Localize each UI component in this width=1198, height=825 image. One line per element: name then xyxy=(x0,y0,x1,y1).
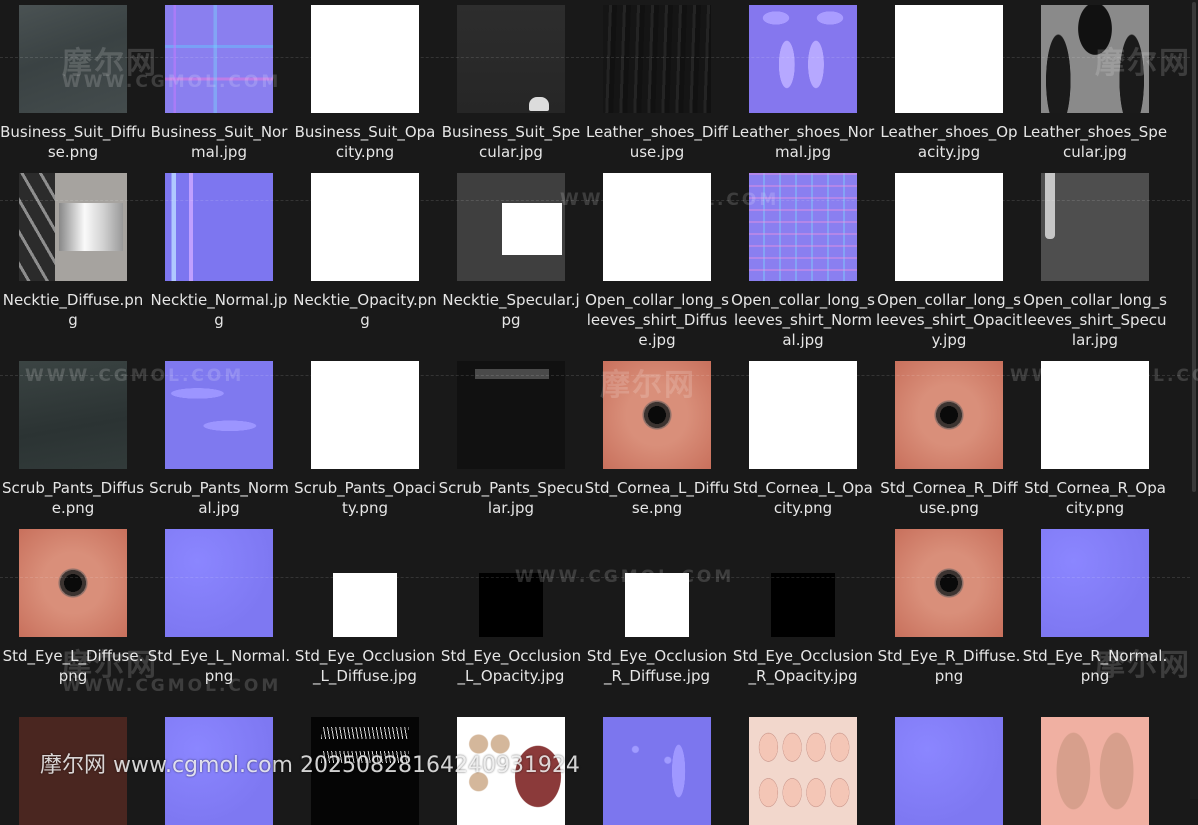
texture-thumbnail[interactable] xyxy=(457,361,565,469)
file-name: Necktie_Normal.jpg xyxy=(150,291,288,329)
texture-thumbnail[interactable] xyxy=(895,5,1003,113)
texture-thumbnail[interactable] xyxy=(311,361,419,469)
file-name: Std_Eye_L_Diffuse.png xyxy=(2,647,144,685)
file-name: Necktie_Diffuse.png xyxy=(2,291,144,329)
file-name: Std_Cornea_R_Diffuse.png xyxy=(880,479,1018,517)
texture-thumbnail[interactable] xyxy=(603,5,711,113)
texture-thumbnail[interactable] xyxy=(771,573,835,637)
texture-thumbnail[interactable] xyxy=(1041,717,1149,825)
texture-thumbnail[interactable] xyxy=(311,717,419,825)
file-name: Open_collar_long_sleeves_shirt_Opacity.j… xyxy=(876,291,1022,349)
file-item[interactable]: Std_Cornea_R_Opacity.png xyxy=(1022,0,1168,799)
texture-thumbnail[interactable] xyxy=(19,717,127,825)
file-grid: Business_Suit_Diffuse.png Business_Suit_N… xyxy=(0,0,1190,825)
file-name: Std_Cornea_L_Opacity.png xyxy=(733,479,873,517)
texture-thumbnail[interactable] xyxy=(1041,361,1149,469)
texture-thumbnail[interactable] xyxy=(333,573,397,637)
texture-thumbnail[interactable] xyxy=(311,173,419,281)
vertical-scrollbar[interactable] xyxy=(1190,0,1198,799)
texture-thumbnail[interactable] xyxy=(19,5,127,113)
texture-thumbnail[interactable] xyxy=(165,5,273,113)
file-name: Scrub_Pants_Diffuse.png xyxy=(1,479,145,517)
texture-thumbnail[interactable] xyxy=(895,361,1003,469)
file-name: Necktie_Specular.jpg xyxy=(442,291,580,329)
file-name: Scrub_Pants_Opacity.png xyxy=(294,479,436,517)
file-name: Leather_shoes_Specular.jpg xyxy=(1022,123,1168,161)
file-name: Business_Suit_Diffuse.png xyxy=(0,123,146,161)
texture-thumbnail[interactable] xyxy=(165,173,273,281)
file-name: Open_collar_long_sleeves_shirt_Specular.… xyxy=(1023,291,1167,349)
texture-thumbnail[interactable] xyxy=(19,361,127,469)
file-name: Std_Eye_Occlusion_R_Diffuse.jpg xyxy=(586,647,728,685)
file-name: Leather_shoes_Diffuse.jpg xyxy=(586,123,728,161)
file-name: Business_Suit_Opacity.png xyxy=(294,123,436,161)
file-name: Std_Eye_R_Diffuse.png xyxy=(877,647,1021,685)
file-name: Scrub_Pants_Specular.jpg xyxy=(438,479,584,517)
texture-thumbnail[interactable] xyxy=(165,717,273,825)
file-name: Scrub_Pants_Normal.jpg xyxy=(149,479,289,517)
texture-thumbnail[interactable] xyxy=(895,529,1003,637)
texture-thumbnail[interactable] xyxy=(457,5,565,113)
texture-thumbnail[interactable] xyxy=(165,529,273,637)
file-name: Std_Eye_Occlusion_L_Diffuse.jpg xyxy=(294,647,436,685)
file-name: Std_Cornea_L_Diffuse.png xyxy=(584,479,730,517)
file-name: Open_collar_long_sleeves_shirt_Normal.jp… xyxy=(731,291,875,349)
texture-thumbnail[interactable] xyxy=(479,573,543,637)
texture-thumbnail[interactable] xyxy=(603,717,711,825)
texture-thumbnail[interactable] xyxy=(895,173,1003,281)
texture-thumbnail[interactable] xyxy=(165,361,273,469)
texture-thumbnail[interactable] xyxy=(457,173,565,281)
texture-thumbnail[interactable] xyxy=(19,529,127,637)
texture-thumbnail[interactable] xyxy=(749,5,857,113)
texture-thumbnail[interactable] xyxy=(749,173,857,281)
texture-thumbnail[interactable] xyxy=(311,5,419,113)
file-name: Leather_shoes_Normal.jpg xyxy=(731,123,875,161)
texture-thumbnail[interactable] xyxy=(19,173,127,281)
file-name: Leather_shoes_Opacity.jpg xyxy=(880,123,1018,161)
file-name: Std_Cornea_R_Opacity.png xyxy=(1024,479,1166,517)
file-name: Business_Suit_Normal.jpg xyxy=(150,123,288,161)
file-item[interactable]: Scrub_Pants_Normal.jpg xyxy=(146,0,292,799)
texture-thumbnail[interactable] xyxy=(1041,173,1149,281)
texture-thumbnail[interactable] xyxy=(895,717,1003,825)
file-name: Open_collar_long_sleeves_shirt_Diffuse.j… xyxy=(585,291,729,349)
file-item[interactable]: Scrub_Pants_Diffuse.png xyxy=(0,0,146,799)
file-item[interactable]: Std_Cornea_R_Diffuse.png xyxy=(876,0,1022,799)
file-name: Std_Eye_Occlusion_R_Opacity.jpg xyxy=(732,647,874,685)
texture-thumbnail[interactable] xyxy=(603,361,711,469)
file-name: Std_Eye_R_Normal.png xyxy=(1022,647,1168,685)
file-name: Business_Suit_Specular.jpg xyxy=(441,123,581,161)
file-item[interactable]: Std_Cornea_L_Diffuse.png xyxy=(584,0,730,799)
texture-thumbnail[interactable] xyxy=(749,361,857,469)
texture-thumbnail[interactable] xyxy=(1041,529,1149,637)
texture-thumbnail[interactable] xyxy=(749,717,857,825)
texture-thumbnail[interactable] xyxy=(625,573,689,637)
file-name: Std_Eye_Occlusion_L_Opacity.jpg xyxy=(440,647,582,685)
file-item[interactable]: Std_Cornea_L_Opacity.png xyxy=(730,0,876,799)
texture-thumbnail[interactable] xyxy=(457,717,565,825)
scrollbar-thumb[interactable] xyxy=(1192,2,1196,492)
file-name: Std_Eye_L_Normal.png xyxy=(147,647,291,685)
texture-thumbnail[interactable] xyxy=(1041,5,1149,113)
file-name: Necktie_Opacity.png xyxy=(293,291,437,329)
file-item[interactable]: Scrub_Pants_Opacity.png xyxy=(292,0,438,799)
file-item[interactable]: Scrub_Pants_Specular.jpg xyxy=(438,0,584,799)
texture-thumbnail[interactable] xyxy=(603,173,711,281)
